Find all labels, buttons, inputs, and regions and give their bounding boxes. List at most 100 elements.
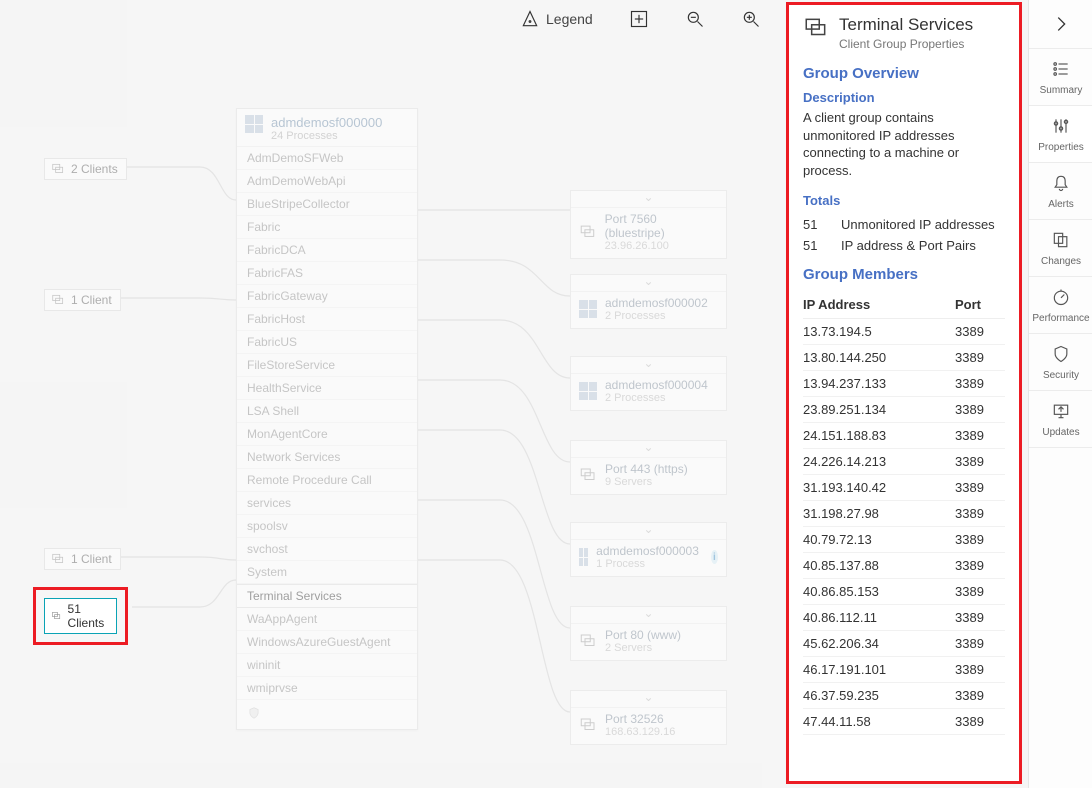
summary-icon	[1051, 59, 1071, 82]
cell-port: 3389	[955, 371, 1005, 397]
process-row[interactable]: System	[237, 561, 417, 584]
zoom-out-icon	[685, 9, 705, 29]
process-row[interactable]: FabricDCA	[237, 239, 417, 262]
panel-title: Terminal Services	[839, 15, 973, 35]
expand-handle[interactable]: ⌄	[571, 275, 726, 292]
members-heading: Group Members	[803, 266, 1005, 283]
tab-security[interactable]: Security	[1029, 334, 1092, 391]
node-subtitle: 2 Servers	[605, 642, 681, 654]
security-icon	[1051, 344, 1071, 367]
client-chip[interactable]: 2 Clients	[44, 158, 127, 180]
machine-title: admdemosf000000	[271, 115, 382, 130]
expand-handle[interactable]: ⌄	[571, 523, 726, 540]
client-group-icon	[51, 162, 65, 176]
panel-subtitle: Client Group Properties	[839, 37, 973, 51]
fit-button[interactable]	[629, 9, 649, 29]
process-row[interactable]: HealthService	[237, 377, 417, 400]
cell-port: 3389	[955, 449, 1005, 475]
legend-icon	[520, 9, 540, 29]
port-node[interactable]: ⌄ Port 80 (www)2 Servers	[570, 606, 727, 661]
process-row[interactable]: BlueStripeCollector	[237, 193, 417, 216]
table-row[interactable]: 13.94.237.1333389	[803, 371, 1005, 397]
machine-node-small[interactable]: ⌄admdemosf0000022 Processes	[570, 274, 727, 329]
table-row[interactable]: 40.86.85.1533389	[803, 579, 1005, 605]
cell-ip: 13.73.194.5	[803, 319, 955, 345]
table-row[interactable]: 45.62.206.343389	[803, 631, 1005, 657]
process-row[interactable]: WindowsAzureGuestAgent	[237, 631, 417, 654]
client-chip-label: 51 Clients	[68, 602, 108, 630]
table-row[interactable]: 13.73.194.53389	[803, 319, 1005, 345]
table-row[interactable]: 40.85.137.883389	[803, 553, 1005, 579]
tab-alerts[interactable]: Alerts	[1029, 163, 1092, 220]
process-row[interactable]: Remote Procedure Call	[237, 469, 417, 492]
tab-label: Performance	[1032, 313, 1089, 324]
process-row[interactable]: AdmDemoSFWeb	[237, 147, 417, 170]
tab-changes[interactable]: Changes	[1029, 220, 1092, 277]
table-row[interactable]: 47.44.11.583389	[803, 709, 1005, 735]
tab-label: Properties	[1038, 142, 1084, 153]
legend-button[interactable]: Legend	[520, 9, 593, 29]
dependency-map[interactable]: 2 Clients 1 Client 1 Client admdemosf00000…	[0, 0, 785, 788]
process-row[interactable]: MonAgentCore	[237, 423, 417, 446]
table-row[interactable]: 40.79.72.133389	[803, 527, 1005, 553]
windows-icon	[245, 115, 263, 133]
totals-heading: Totals	[803, 193, 1005, 208]
zoom-out-button[interactable]	[685, 9, 705, 29]
process-row[interactable]: FabricGateway	[237, 285, 417, 308]
table-row[interactable]: 23.89.251.1343389	[803, 397, 1005, 423]
server-group-icon	[579, 223, 597, 241]
table-row[interactable]: 31.198.27.983389	[803, 501, 1005, 527]
client-chip-selected[interactable]: 51 Clients	[44, 598, 117, 634]
table-row[interactable]: 46.37.59.2353389	[803, 683, 1005, 709]
expand-handle[interactable]: ⌄	[571, 607, 726, 624]
table-row[interactable]: 31.193.140.423389	[803, 475, 1005, 501]
table-row[interactable]: 40.86.112.113389	[803, 605, 1005, 631]
node-title: Port 80 (www)	[605, 628, 681, 642]
machine-node[interactable]: admdemosf000000 24 Processes AdmDemoSFWe…	[236, 108, 418, 730]
tab-label: Security	[1043, 370, 1079, 381]
machine-node-small[interactable]: ⌄admdemosf0000031 Processi	[570, 522, 727, 577]
totals-row: 51IP address & Port Pairs	[803, 235, 1005, 256]
expand-handle[interactable]: ⌄	[571, 191, 726, 208]
process-row[interactable]: spoolsv	[237, 515, 417, 538]
process-row[interactable]: FabricHost	[237, 308, 417, 331]
expand-handle[interactable]: ⌄	[571, 441, 726, 458]
client-chip-label: 1 Client	[71, 552, 112, 566]
process-row[interactable]: FabricFAS	[237, 262, 417, 285]
tab-summary[interactable]: Summary	[1029, 49, 1092, 106]
port-node[interactable]: ⌄Port 443 (https)9 Servers	[570, 440, 727, 495]
process-row[interactable]: LSA Shell	[237, 400, 417, 423]
expand-handle[interactable]: ⌄	[571, 691, 726, 708]
process-row[interactable]: Fabric	[237, 216, 417, 239]
tab-properties[interactable]: Properties	[1029, 106, 1092, 163]
process-row[interactable]: svchost	[237, 538, 417, 561]
expand-panel-button[interactable]	[1029, 0, 1092, 49]
zoom-in-button[interactable]	[741, 9, 761, 29]
machine-node-small[interactable]: ⌄admdemosf0000042 Processes	[570, 356, 727, 411]
port-node[interactable]: ⌄Port 32526168.63.129.16	[570, 690, 727, 745]
table-row[interactable]: 13.80.144.2503389	[803, 345, 1005, 371]
expand-handle[interactable]: ⌄	[571, 357, 726, 374]
tab-label: Updates	[1042, 427, 1079, 438]
tab-performance[interactable]: Performance	[1029, 277, 1092, 334]
table-row[interactable]: 24.226.14.2133389	[803, 449, 1005, 475]
table-row[interactable]: 46.17.191.1013389	[803, 657, 1005, 683]
process-row[interactable]: wmiprvse	[237, 677, 417, 700]
process-row[interactable]: services	[237, 492, 417, 515]
tab-updates[interactable]: Updates	[1029, 391, 1092, 448]
process-row[interactable]: AdmDemoWebApi	[237, 170, 417, 193]
table-row[interactable]: 24.151.188.833389	[803, 423, 1005, 449]
process-row[interactable]: Terminal Services	[237, 584, 417, 608]
process-row[interactable]: FileStoreService	[237, 354, 417, 377]
port-node[interactable]: ⌄Port 7560 (bluestripe)23.96.26.100	[570, 190, 727, 259]
process-row[interactable]: wininit	[237, 654, 417, 677]
client-chip[interactable]: 1 Client	[44, 548, 121, 570]
process-row[interactable]: Network Services	[237, 446, 417, 469]
totals-label: Unmonitored IP addresses	[841, 217, 995, 232]
node-title: admdemosf000004	[605, 378, 708, 392]
client-chip[interactable]: 1 Client	[44, 289, 121, 311]
process-row[interactable]: WaAppAgent	[237, 608, 417, 631]
server-group-icon	[579, 632, 597, 650]
process-row[interactable]: FabricUS	[237, 331, 417, 354]
cell-ip: 23.89.251.134	[803, 397, 955, 423]
